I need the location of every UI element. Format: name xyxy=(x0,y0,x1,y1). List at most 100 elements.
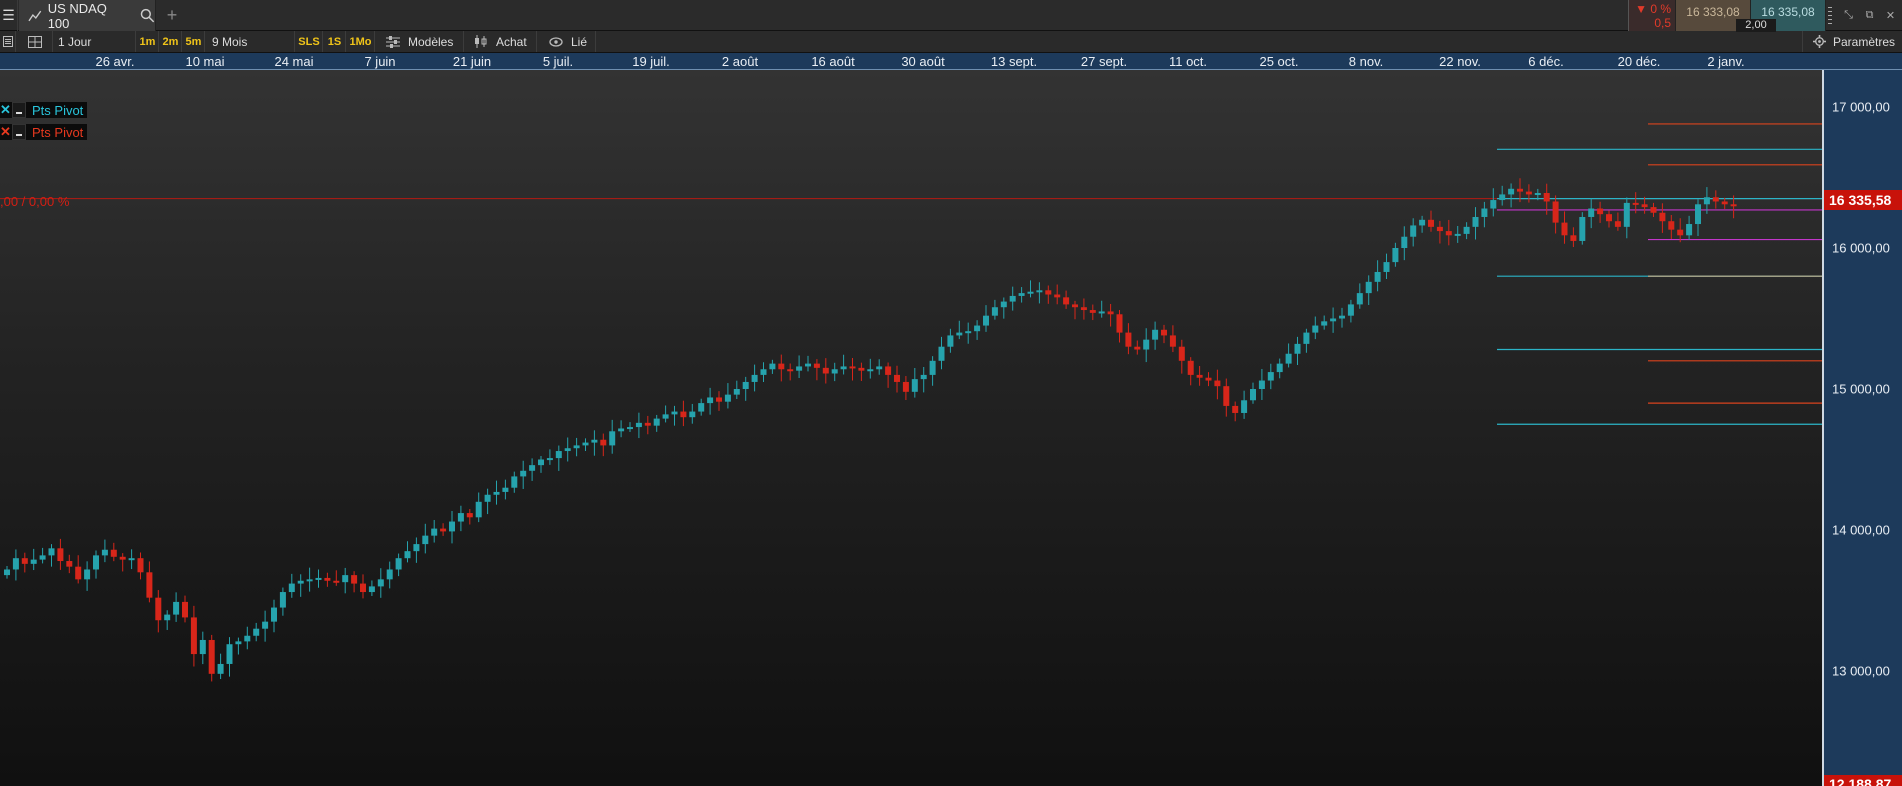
interval-1m-button[interactable]: 1m xyxy=(137,31,159,52)
candle-body xyxy=(1205,377,1212,381)
list-icon[interactable] xyxy=(0,31,16,52)
settings-button[interactable]: Paramètres xyxy=(1802,31,1902,52)
candle-body xyxy=(395,558,402,570)
remove-indicator-icon[interactable]: ✕ xyxy=(0,102,11,118)
candle-body xyxy=(689,411,696,418)
candle-body xyxy=(333,580,340,583)
candle-body xyxy=(1347,304,1354,316)
candle-body xyxy=(1169,335,1176,347)
candle-body xyxy=(796,366,803,371)
candlestick-chart[interactable] xyxy=(0,70,1822,786)
candle-body xyxy=(653,418,660,426)
layout-grid-icon[interactable] xyxy=(17,31,53,52)
candle-body xyxy=(902,381,909,392)
date-tick: 22 nov. xyxy=(1439,54,1481,69)
candle-body xyxy=(671,411,678,415)
preset-1s-button[interactable]: 1S xyxy=(324,31,346,52)
candle-body xyxy=(1677,229,1684,236)
candle-body xyxy=(929,360,936,375)
candle-body xyxy=(279,592,286,608)
candle-body xyxy=(546,458,553,461)
candle-body xyxy=(1339,315,1345,319)
candle-body xyxy=(627,427,633,430)
candle-body xyxy=(182,601,188,618)
date-tick: 7 juin xyxy=(364,54,396,69)
line-chart-icon xyxy=(28,10,42,21)
candle-body xyxy=(93,555,99,570)
candle-body xyxy=(110,549,117,557)
candle-body xyxy=(1606,214,1612,222)
hamburger-menu-icon[interactable]: ☰ xyxy=(0,0,18,31)
close-icon[interactable]: ✕ xyxy=(1880,0,1901,31)
candle-body xyxy=(1054,294,1061,298)
interval-5m-button[interactable]: 5m xyxy=(183,31,205,52)
change-percent: ▼ 0 % xyxy=(1635,2,1671,16)
candle-body xyxy=(1072,304,1078,308)
candle-body xyxy=(1018,293,1025,296)
indicator-legend-1[interactable]: ✕ Pts Pivot xyxy=(0,102,88,118)
candle-body xyxy=(787,369,794,372)
buy-button[interactable]: Achat xyxy=(465,31,537,52)
candle-body xyxy=(1187,360,1194,375)
candle-body xyxy=(644,422,651,426)
remove-indicator-icon[interactable]: ✕ xyxy=(0,124,11,140)
candle-body xyxy=(1178,346,1185,361)
candle-body xyxy=(1650,207,1657,213)
candle-body xyxy=(1116,314,1123,333)
candle-body xyxy=(208,639,215,674)
candle-body xyxy=(493,491,500,495)
candle-body xyxy=(1089,310,1096,313)
candle-body xyxy=(1107,311,1114,315)
date-tick: 10 mai xyxy=(185,54,225,69)
collapse-icon[interactable]: ⤡ xyxy=(1838,0,1859,31)
date-tick: 6 déc. xyxy=(1528,54,1564,69)
candle-body xyxy=(377,579,384,587)
candle-body xyxy=(1152,329,1159,340)
range-selector[interactable]: 9 Mois xyxy=(206,31,295,52)
candle-body xyxy=(1428,219,1434,227)
line-style-icon[interactable] xyxy=(12,102,26,118)
price-axis[interactable]: 17 000,00 16 000,00 15 000,00 14 000,00 … xyxy=(1822,70,1902,786)
candle-body xyxy=(1374,271,1381,282)
candle-body xyxy=(1196,374,1203,378)
candle-body xyxy=(297,580,304,584)
candle-body xyxy=(1552,201,1559,223)
candle-body xyxy=(66,561,73,567)
preset-1mo-button[interactable]: 1Mo xyxy=(347,31,375,52)
candle-body xyxy=(1063,297,1070,305)
date-axis[interactable]: 26 avr. 10 mai 24 mai 7 juin 21 juin 5 j… xyxy=(0,53,1902,81)
add-tab-button[interactable]: + xyxy=(162,5,182,25)
popout-icon[interactable]: ⧉ xyxy=(1859,0,1880,31)
candle-body xyxy=(146,572,153,598)
date-tick: 30 août xyxy=(901,54,945,69)
linked-label: Lié xyxy=(571,34,588,49)
candle-body xyxy=(600,439,607,446)
indicator-legend-2[interactable]: ✕ Pts Pivot xyxy=(0,124,88,140)
linked-button[interactable]: Lié xyxy=(538,31,596,52)
candle-body xyxy=(1285,353,1292,364)
candle-body xyxy=(938,346,945,361)
candle-body xyxy=(1250,389,1256,401)
preset-sls-button[interactable]: SLS xyxy=(296,31,323,52)
period-selector[interactable]: 1 Jour xyxy=(54,31,136,52)
chart-toolbar: 1 Jour 1m 2m 5m 9 Mois SLS 1S 1Mo Modèle… xyxy=(0,31,1902,53)
chart-area[interactable]: ✕ Pts Pivot ✕ Pts Pivot ,00 / 0,00 % xyxy=(0,70,1822,786)
candle-body xyxy=(173,601,180,615)
candle-body xyxy=(965,331,972,334)
instrument-tab[interactable]: US NDAQ 100 xyxy=(19,0,156,31)
candle-body xyxy=(21,558,28,564)
indicator-name[interactable]: Pts Pivot xyxy=(28,125,87,140)
candle-body xyxy=(217,663,224,674)
search-icon[interactable] xyxy=(140,8,155,23)
candle-body xyxy=(288,583,295,593)
candle-body xyxy=(867,369,874,372)
more-options-icon[interactable] xyxy=(1825,0,1833,31)
line-style-icon[interactable] xyxy=(12,124,26,140)
indicator-name[interactable]: Pts Pivot xyxy=(28,103,87,118)
interval-2m-button[interactable]: 2m xyxy=(160,31,182,52)
candle-body xyxy=(1232,405,1239,413)
candle-body xyxy=(609,431,616,446)
templates-button[interactable]: Modèles xyxy=(376,31,464,52)
candle-body xyxy=(805,363,811,367)
candle-body xyxy=(1668,221,1675,230)
